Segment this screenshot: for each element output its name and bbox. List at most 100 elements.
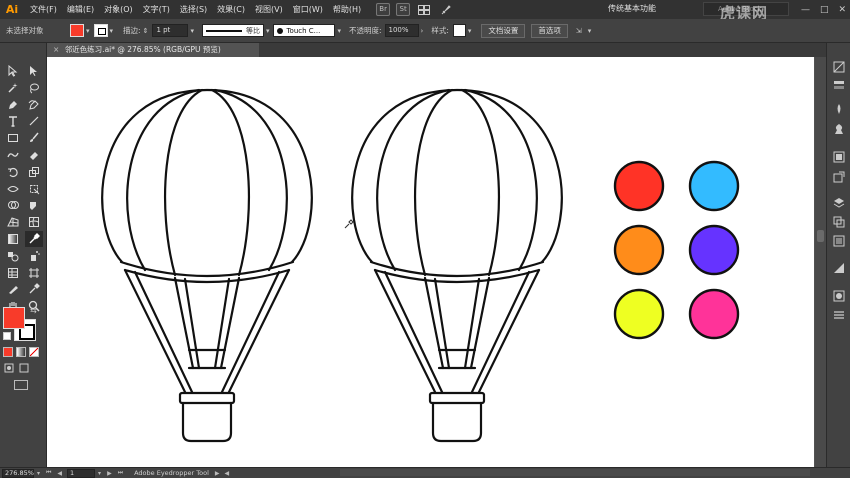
lasso-tool-icon[interactable] (25, 80, 43, 96)
palette-color-swatch[interactable] (613, 224, 665, 276)
stroke-panel-icon[interactable] (833, 309, 845, 321)
menu-window[interactable]: 窗口(W) (288, 4, 328, 15)
chevron-down-icon[interactable]: ▾ (98, 470, 101, 477)
previous-artboard-icon[interactable]: ◀ (57, 470, 62, 477)
shape-builder-tool-icon[interactable] (4, 197, 22, 213)
pen-tool-icon[interactable] (4, 97, 22, 113)
rotate-tool-icon[interactable] (4, 164, 22, 180)
next-artboard-icon[interactable]: ▶ (107, 470, 112, 477)
color-mode-icon[interactable] (3, 347, 13, 357)
eyedropper-alt-icon[interactable] (25, 281, 43, 297)
zoom-level-field[interactable]: 276.85% (2, 468, 34, 478)
opacity-input[interactable]: 100% (384, 24, 419, 37)
chevron-down-icon[interactable]: ▾ (468, 27, 472, 35)
chevron-down-icon[interactable]: ▾ (37, 470, 40, 477)
chevron-down-icon[interactable]: ▾ (190, 27, 194, 35)
brushes-panel-icon[interactable] (833, 103, 845, 115)
symbols-panel-icon[interactable] (833, 123, 845, 135)
vertical-scrollbar[interactable] (815, 57, 826, 467)
align-options-icon[interactable]: ⇲ (576, 27, 582, 35)
close-window-button[interactable]: ✕ (838, 5, 846, 15)
selection-tool-icon[interactable] (4, 63, 22, 79)
document-setup-button[interactable]: 文档设置 (481, 23, 526, 38)
balloons-group[interactable] (101, 88, 563, 443)
bridge-button[interactable]: Br (376, 3, 391, 16)
document-tab[interactable]: × 邻近色练习.ai* @ 276.85% (RGB/GPU 预览) (47, 43, 259, 57)
chevron-right-icon[interactable]: › (421, 27, 424, 35)
gradient-mode-icon[interactable] (16, 347, 26, 357)
rectangle-tool-icon[interactable] (4, 130, 22, 146)
palette-color-swatch[interactable] (613, 288, 665, 340)
artboard[interactable] (47, 57, 814, 467)
default-fill-stroke-icon[interactable] (3, 332, 11, 340)
stroke-weight-input[interactable]: 1 pt (152, 24, 189, 37)
layers-panel-icon[interactable] (833, 197, 845, 209)
width-tool-icon[interactable] (4, 181, 22, 197)
maximize-button[interactable]: □ (820, 5, 829, 15)
artboards-panel-icon[interactable] (833, 216, 845, 228)
arrange-documents-icon[interactable] (417, 3, 431, 16)
swap-fill-stroke-icon[interactable]: ⇆ (30, 306, 37, 315)
chevron-down-icon[interactable]: ▾ (86, 27, 90, 35)
chevron-right-icon[interactable]: ▶ (215, 470, 220, 477)
slice-tool-icon[interactable] (4, 281, 22, 297)
palette-color-swatch[interactable] (688, 224, 740, 276)
menu-effect[interactable]: 效果(C) (212, 4, 250, 15)
last-artboard-icon[interactable]: ⏭ (118, 469, 123, 477)
palette-color-swatch[interactable] (688, 160, 740, 212)
mesh-tool-icon[interactable] (25, 214, 43, 230)
first-artboard-icon[interactable]: ⏮ (46, 469, 51, 477)
graphic-style-swatch[interactable] (452, 24, 466, 37)
gradient-tool-icon[interactable] (4, 231, 22, 247)
menu-select[interactable]: 选择(S) (175, 4, 212, 15)
curvature-tool-icon[interactable] (25, 97, 43, 113)
hot-air-balloon[interactable] (101, 88, 313, 443)
workspace-switcher[interactable]: 传统基本功能 (608, 3, 656, 14)
hot-air-balloon[interactable] (351, 88, 563, 443)
eraser-tool-icon[interactable] (25, 147, 43, 163)
live-paint-tool-icon[interactable] (25, 197, 43, 213)
direct-selection-tool-icon[interactable] (25, 63, 43, 79)
scale-tool-icon[interactable] (25, 164, 43, 180)
palette-color-swatch[interactable] (613, 160, 665, 212)
type-tool-icon[interactable] (4, 113, 22, 129)
menu-view[interactable]: 视图(V) (250, 4, 288, 15)
color-guide-panel-icon[interactable] (833, 79, 845, 91)
horizontal-scrollbar[interactable] (340, 469, 810, 476)
vertical-scroll-thumb[interactable] (817, 230, 824, 242)
draw-behind-icon[interactable] (19, 363, 29, 373)
symbol-sprayer-tool-icon[interactable] (25, 248, 43, 264)
fill-swatch[interactable] (70, 24, 84, 37)
chevron-down-icon[interactable]: ▾ (266, 27, 270, 35)
color-panel-icon[interactable] (833, 61, 845, 73)
draw-normal-icon[interactable] (4, 363, 14, 373)
transparency-panel-icon[interactable] (833, 290, 845, 302)
color-palette-group[interactable] (613, 160, 740, 340)
close-tab-icon[interactable]: × (53, 45, 59, 54)
stroke-swatch[interactable] (93, 24, 108, 37)
chevron-down-icon[interactable]: ▾ (337, 27, 341, 35)
perspective-grid-tool-icon[interactable] (4, 214, 22, 230)
stepper-icon[interactable]: ⇕ (143, 27, 149, 35)
stroke-profile-dropdown[interactable]: 等比 (201, 24, 264, 37)
libraries-panel-icon[interactable] (833, 235, 845, 247)
none-mode-icon[interactable] (29, 347, 39, 357)
graphic-styles-panel-icon[interactable] (833, 151, 845, 163)
scroll-left-icon[interactable]: ◀ (225, 470, 230, 477)
paintbrush-tool-icon[interactable] (25, 130, 43, 146)
artboard-number-field[interactable]: 1 (67, 468, 96, 478)
toolbox-fill-swatch[interactable] (3, 307, 25, 329)
eyedropper-tool-icon[interactable] (25, 230, 43, 247)
appearance-panel-icon[interactable] (833, 262, 845, 274)
brush-definition-dropdown[interactable]: Touch C... (273, 24, 336, 37)
menu-help[interactable]: 帮助(H) (328, 4, 366, 15)
shaper-tool-icon[interactable] (4, 147, 22, 163)
screen-mode-icon[interactable] (14, 380, 28, 390)
asset-export-panel-icon[interactable] (833, 171, 845, 183)
minimize-button[interactable]: — (801, 5, 810, 15)
gpu-performance-icon[interactable] (439, 3, 453, 16)
preferences-button[interactable]: 首选项 (531, 23, 568, 38)
free-transform-tool-icon[interactable] (25, 181, 43, 197)
column-graph-tool-icon[interactable] (4, 265, 22, 281)
magic-wand-tool-icon[interactable] (4, 80, 22, 96)
